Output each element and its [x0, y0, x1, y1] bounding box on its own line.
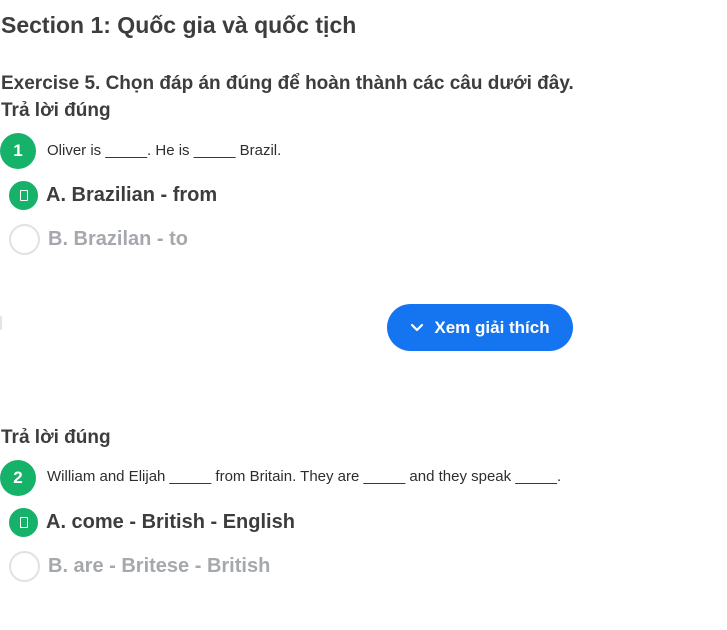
option-b-q2[interactable]: B. are - Britese - British [9, 551, 270, 582]
question-text: William and Elijah _____ from Britain. T… [47, 468, 562, 485]
chevron-down-icon [411, 323, 424, 331]
question-number-badge: 2 [0, 460, 36, 496]
option-label: B. are - Britese - British [48, 555, 271, 577]
option-a-q1[interactable]: A. Brazilian - from [9, 181, 217, 210]
option-label: B. Brazilan - to [48, 228, 189, 250]
option-b-q1[interactable]: B. Brazilan - to [9, 224, 188, 255]
divider-mark [0, 316, 2, 330]
option-label: A. Brazilian - from [46, 184, 218, 206]
section-title: Section 1: Quốc gia và quốc tịch [1, 12, 357, 38]
question-text: Oliver is _____. He is _____ Brazil. [47, 142, 282, 159]
answer-status-q2: Trả lời đúng [1, 427, 111, 448]
exercise-title: Exercise 5. Chọn đáp án đúng để hoàn thà… [1, 73, 574, 94]
radio-unchecked-icon [9, 224, 40, 255]
radio-unchecked-icon [9, 551, 40, 582]
view-explanation-label: Xem giải thích [434, 317, 550, 337]
question-number-badge: 1 [0, 133, 36, 169]
option-a-q2[interactable]: A. come - British - English [9, 508, 295, 537]
answer-status-q1: Trả lời đúng [1, 100, 111, 121]
option-label: A. come - British - English [46, 511, 295, 533]
view-explanation-button[interactable]: Xem giải thích [387, 304, 573, 351]
check-icon [9, 508, 38, 537]
check-icon [9, 181, 38, 210]
